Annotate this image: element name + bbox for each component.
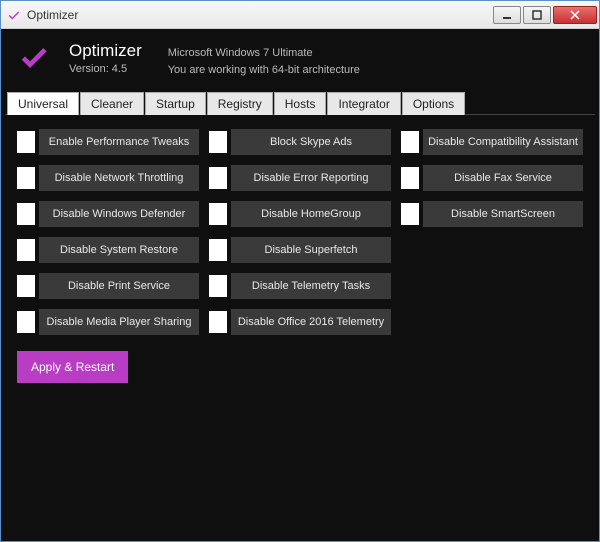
titlebar: Optimizer bbox=[1, 1, 599, 29]
option-label[interactable]: Disable Error Reporting bbox=[231, 165, 391, 191]
checkbox[interactable] bbox=[17, 311, 35, 333]
checkbox[interactable] bbox=[209, 275, 227, 297]
option-label[interactable]: Disable SmartScreen bbox=[423, 201, 583, 227]
option-label[interactable]: Disable System Restore bbox=[39, 237, 199, 263]
option-label[interactable]: Disable Office 2016 Telemetry bbox=[231, 309, 391, 335]
tab-integrator[interactable]: Integrator bbox=[327, 92, 400, 115]
options-grid: Enable Performance Tweaks Block Skype Ad… bbox=[17, 129, 583, 335]
checkbox[interactable] bbox=[17, 131, 35, 153]
option-label[interactable]: Disable Compatibility Assistant bbox=[423, 129, 583, 155]
app-window: Optimizer Optimizer Version: 4.5 bbox=[0, 0, 600, 542]
app-title: Optimizer bbox=[69, 41, 142, 61]
header: Optimizer Version: 4.5 Microsoft Windows… bbox=[5, 33, 595, 91]
option-item: Disable Fax Service bbox=[401, 165, 583, 191]
tab-universal[interactable]: Universal bbox=[7, 92, 79, 115]
option-item: Disable Print Service bbox=[17, 273, 199, 299]
system-info: Microsoft Windows 7 Ultimate You are wor… bbox=[168, 45, 360, 78]
app-title-block: Optimizer Version: 4.5 bbox=[69, 41, 142, 75]
option-label[interactable]: Enable Performance Tweaks bbox=[39, 129, 199, 155]
tab-bar: Universal Cleaner Startup Registry Hosts… bbox=[5, 91, 595, 115]
option-item: Block Skype Ads bbox=[209, 129, 391, 155]
option-label[interactable]: Disable Windows Defender bbox=[39, 201, 199, 227]
checkmark-icon bbox=[13, 41, 57, 81]
app-icon bbox=[7, 8, 21, 22]
window-title: Optimizer bbox=[27, 8, 493, 22]
window-controls bbox=[493, 6, 597, 24]
option-item: Disable Telemetry Tasks bbox=[209, 273, 391, 299]
option-item: Disable Network Throttling bbox=[17, 165, 199, 191]
option-item: Enable Performance Tweaks bbox=[17, 129, 199, 155]
checkbox[interactable] bbox=[17, 275, 35, 297]
tab-registry[interactable]: Registry bbox=[207, 92, 273, 115]
minimize-button[interactable] bbox=[493, 6, 521, 24]
option-item: Disable System Restore bbox=[17, 237, 199, 263]
option-label[interactable]: Disable Telemetry Tasks bbox=[231, 273, 391, 299]
checkbox[interactable] bbox=[401, 131, 419, 153]
maximize-button[interactable] bbox=[523, 6, 551, 24]
app-body: Optimizer Version: 4.5 Microsoft Windows… bbox=[1, 29, 599, 541]
option-label[interactable]: Disable Network Throttling bbox=[39, 165, 199, 191]
option-label[interactable]: Disable Fax Service bbox=[423, 165, 583, 191]
option-item: Disable Office 2016 Telemetry bbox=[209, 309, 391, 335]
checkbox[interactable] bbox=[401, 203, 419, 225]
option-item: Disable HomeGroup bbox=[209, 201, 391, 227]
tab-content: Enable Performance Tweaks Block Skype Ad… bbox=[5, 115, 595, 537]
checkbox[interactable] bbox=[17, 167, 35, 189]
option-item: Disable SmartScreen bbox=[401, 201, 583, 227]
os-name: Microsoft Windows 7 Ultimate bbox=[168, 45, 360, 62]
checkbox[interactable] bbox=[17, 239, 35, 261]
architecture: You are working with 64-bit architecture bbox=[168, 62, 360, 79]
checkbox[interactable] bbox=[401, 167, 419, 189]
option-label[interactable]: Disable HomeGroup bbox=[231, 201, 391, 227]
close-button[interactable] bbox=[553, 6, 597, 24]
option-label[interactable]: Block Skype Ads bbox=[231, 129, 391, 155]
tab-startup[interactable]: Startup bbox=[145, 92, 206, 115]
option-item: Disable Error Reporting bbox=[209, 165, 391, 191]
option-label[interactable]: Disable Media Player Sharing bbox=[39, 309, 199, 335]
tab-options[interactable]: Options bbox=[402, 92, 465, 115]
option-item: Disable Compatibility Assistant bbox=[401, 129, 583, 155]
app-version: Version: 4.5 bbox=[69, 63, 142, 75]
option-label[interactable]: Disable Print Service bbox=[39, 273, 199, 299]
option-item: Disable Media Player Sharing bbox=[17, 309, 199, 335]
checkbox[interactable] bbox=[209, 167, 227, 189]
tab-cleaner[interactable]: Cleaner bbox=[80, 92, 144, 115]
checkbox[interactable] bbox=[209, 311, 227, 333]
checkbox[interactable] bbox=[209, 203, 227, 225]
header-text: Optimizer Version: 4.5 Microsoft Windows… bbox=[69, 41, 360, 78]
tab-hosts[interactable]: Hosts bbox=[274, 92, 327, 115]
option-item: Disable Windows Defender bbox=[17, 201, 199, 227]
apply-restart-button[interactable]: Apply & Restart bbox=[17, 351, 128, 383]
checkbox[interactable] bbox=[17, 203, 35, 225]
option-item: Disable Superfetch bbox=[209, 237, 391, 263]
checkbox[interactable] bbox=[209, 239, 227, 261]
option-label[interactable]: Disable Superfetch bbox=[231, 237, 391, 263]
checkbox[interactable] bbox=[209, 131, 227, 153]
